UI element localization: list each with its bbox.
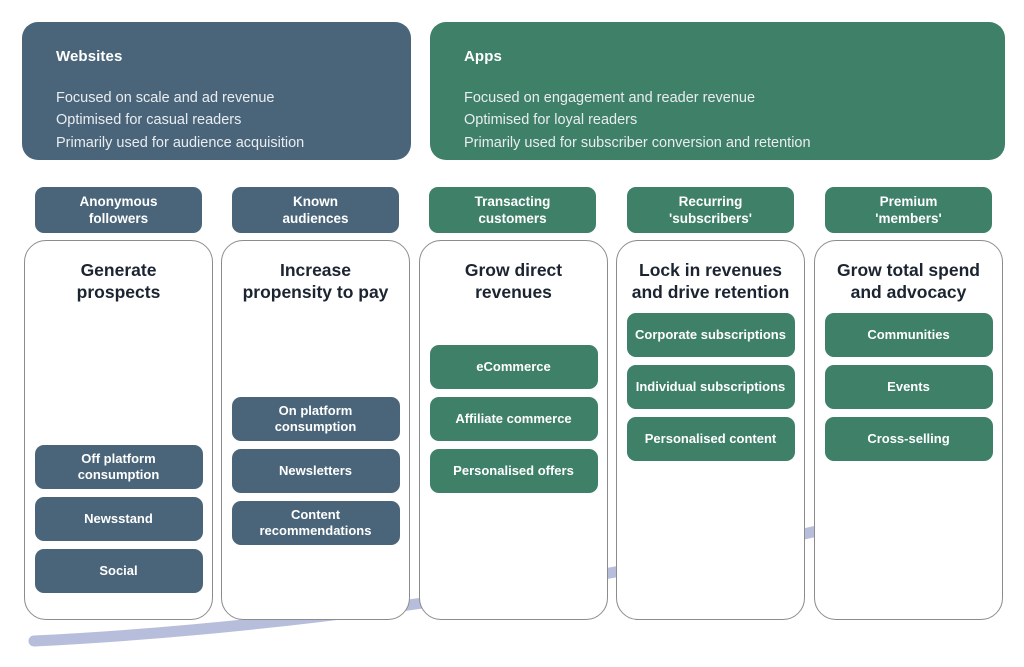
tactic-item[interactable]: Communities	[824, 313, 993, 358]
stage-heading: Grow total spend and advocacy	[837, 260, 980, 303]
banner-apps-title: Apps	[464, 48, 502, 65]
stage-pill-recurring-subscribers: Recurring 'subscribers'	[627, 187, 794, 233]
banner-websites-line-1: Focused on scale and ad revenue	[56, 90, 275, 106]
banner-websites-line-3: Primarily used for audience acquisition	[56, 134, 305, 151]
stage-heading: Increase propensity to pay	[242, 260, 389, 303]
tactic-item[interactable]: Off platform consumption	[34, 445, 203, 489]
stage-heading: Generate prospects	[76, 260, 161, 303]
stage-pill-label: Known audiences	[282, 193, 349, 226]
stage-card-grow-direct-revenues: Grow direct revenues eCommerce Affiliate…	[419, 240, 608, 620]
banner-apps-line-2: Optimised for loyal readers	[464, 112, 638, 129]
tactic-item[interactable]: Content recommendations	[231, 501, 400, 545]
tactic-item[interactable]: Newsstand	[34, 497, 203, 541]
banner-websites-body: Focused on scale and ad revenue Optimise…	[56, 87, 381, 154]
stage-pill-label: Anonymous followers	[79, 193, 158, 226]
stage-pill-label: Recurring 'subscribers'	[669, 193, 752, 226]
tactic-item[interactable]: Individual subscriptions	[626, 365, 795, 410]
tactic-list: Off platform consumption Newsstand Socia…	[34, 445, 203, 593]
tactic-item[interactable]: Affiliate commerce	[429, 397, 598, 442]
tactic-list: Communities Events Cross-selling	[824, 313, 993, 462]
tactic-item[interactable]: On platform consumption	[231, 397, 400, 441]
stage-pill-premium-members: Premium 'members'	[825, 187, 992, 233]
stage-pill-label: Premium 'members'	[875, 193, 942, 226]
tactic-item[interactable]: Cross-selling	[824, 417, 993, 462]
banner-apps-line-3: Primarily used for subscriber conversion…	[464, 134, 811, 151]
stage-card-increase-propensity-to-pay: Increase propensity to pay On platform c…	[221, 240, 410, 620]
stage-pill-anonymous-followers: Anonymous followers	[35, 187, 202, 233]
banner-apps-line-1: Focused on engagement and reader revenue	[464, 90, 756, 106]
stage-card-lock-in-revenues-and-drive-retention: Lock in revenues and drive retention Cor…	[616, 240, 805, 620]
stage-heading: Grow direct revenues	[464, 260, 563, 303]
diagram-canvas: Websites Focused on scale and ad revenue…	[0, 0, 1024, 667]
tactic-item[interactable]: eCommerce	[429, 345, 598, 390]
tactic-item[interactable]: Corporate subscriptions	[626, 313, 795, 358]
tactic-item[interactable]: Personalised content	[626, 417, 795, 462]
banner-websites: Websites Focused on scale and ad revenue…	[22, 22, 411, 160]
banner-apps-body: Focused on engagement and reader revenue…	[464, 87, 975, 154]
banner-websites-title: Websites	[56, 48, 123, 65]
banner-websites-line-2: Optimised for casual readers	[56, 112, 242, 129]
stage-pill-label: Transacting customers	[474, 193, 551, 226]
tactic-list: On platform consumption Newsletters Cont…	[231, 397, 400, 545]
stage-card-generate-prospects: Generate prospects Off platform consumpt…	[24, 240, 213, 620]
tactic-item[interactable]: Social	[34, 549, 203, 593]
tactic-item[interactable]: Personalised offers	[429, 449, 598, 494]
stage-heading: Lock in revenues and drive retention	[631, 260, 790, 303]
stage-pill-transacting-customers: Transacting customers	[429, 187, 596, 233]
tactic-item[interactable]: Newsletters	[231, 449, 400, 493]
tactic-list: Corporate subscriptions Individual subsc…	[626, 313, 795, 462]
stage-card-grow-total-spend-and-advocacy: Grow total spend and advocacy Communitie…	[814, 240, 1003, 620]
tactic-list: eCommerce Affiliate commerce Personalise…	[429, 345, 598, 494]
banner-apps: Apps Focused on engagement and reader re…	[430, 22, 1005, 160]
tactic-item[interactable]: Events	[824, 365, 993, 410]
stage-pill-known-audiences: Known audiences	[232, 187, 399, 233]
